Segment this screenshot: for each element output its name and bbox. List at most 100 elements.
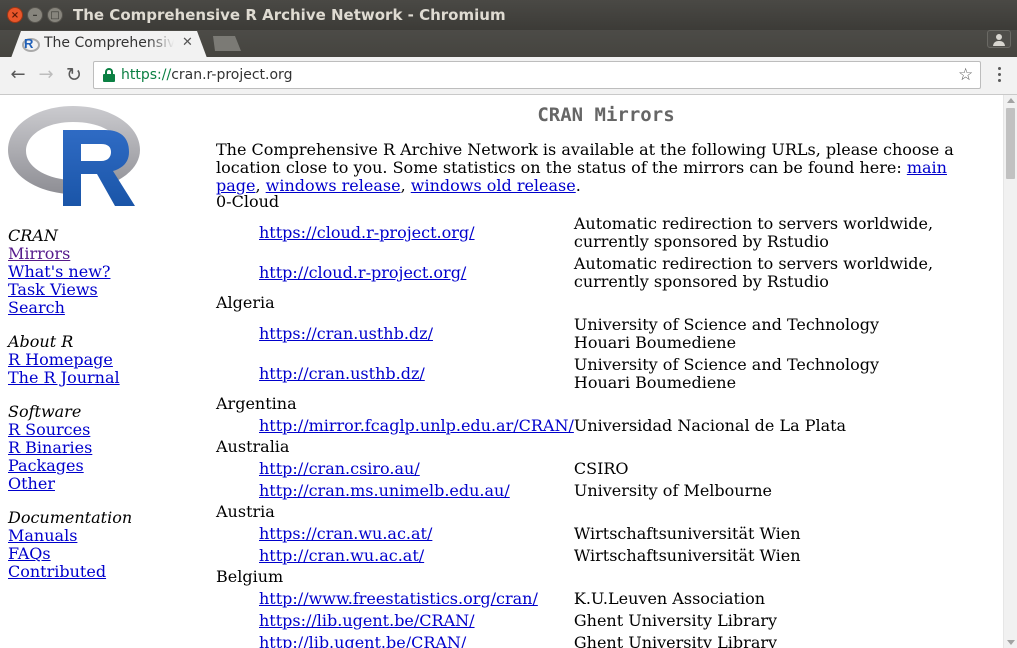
mirror-url-cell: http://mirror.fcaglp.unlp.edu.ar/CRAN/ xyxy=(216,415,574,437)
sidebar-link-manuals[interactable]: Manuals xyxy=(8,527,188,545)
mirror-row: https://cran.usthb.dz/University of Scie… xyxy=(216,314,934,354)
sidebar-link-search[interactable]: Search xyxy=(8,299,188,317)
sidebar-group-software: Software R Sources R Binaries Packages O… xyxy=(8,403,188,493)
country-row: Austria xyxy=(216,502,934,523)
mirror-row: http://lib.ugent.be/CRAN/Ghent Universit… xyxy=(216,632,934,648)
mirror-description: Wirtschaftsuniversität Wien xyxy=(573,524,801,543)
url-text[interactable]: https://cran.r-project.org xyxy=(121,67,292,83)
sidebar-group-about: About R R Homepage The R Journal xyxy=(8,333,188,387)
window-minimize-button[interactable]: – xyxy=(27,7,43,23)
address-bar[interactable]: https://cran.r-project.org ☆ xyxy=(93,61,981,89)
sidebar-link-r-binaries[interactable]: R Binaries xyxy=(8,439,188,457)
sidebar-link-contributed[interactable]: Contributed xyxy=(8,563,188,581)
scroll-up-icon[interactable] xyxy=(1007,98,1015,103)
sidebar-heading: Documentation xyxy=(8,508,133,527)
tab-close-icon[interactable]: ✕ xyxy=(182,35,193,50)
mirror-row: https://cran.wu.ac.at/Wirtschaftsunivers… xyxy=(216,523,934,545)
mirror-url-cell: http://cran.csiro.au/ xyxy=(216,458,574,480)
mirror-link[interactable]: http://cran.csiro.au/ xyxy=(259,459,420,478)
mirror-row: http://cran.usthb.dz/University of Scien… xyxy=(216,354,934,394)
kebab-menu-icon[interactable] xyxy=(990,65,1008,85)
star-icon[interactable]: ☆ xyxy=(958,65,973,85)
country-row: Belgium xyxy=(216,567,934,588)
sidebar-link-mirrors[interactable]: Mirrors xyxy=(8,245,188,263)
sidebar-link-faqs[interactable]: FAQs xyxy=(8,545,188,563)
mirror-description: Ghent University Library xyxy=(573,611,778,630)
window-close-button[interactable]: × xyxy=(7,7,23,23)
profile-icon[interactable] xyxy=(987,30,1011,48)
scrollbar-thumb[interactable] xyxy=(1006,108,1015,179)
sidebar-nav: CRAN Mirrors What's new? Task Views Sear… xyxy=(8,227,188,597)
tab-title: The Comprehensive R Archive Network xyxy=(44,35,174,51)
mirror-description: CSIRO xyxy=(573,459,629,478)
page-content: CRAN Mirrors What's new? Task Views Sear… xyxy=(0,95,1003,648)
intro-text: The Comprehensive R Archive Network is a… xyxy=(216,140,954,177)
window-maximize-button[interactable]: □ xyxy=(47,7,63,23)
page-title: CRAN Mirrors xyxy=(537,104,675,126)
mirror-url-cell: https://cloud.r-project.org/ xyxy=(216,213,574,253)
mirror-url-cell: https://cran.wu.ac.at/ xyxy=(216,523,574,545)
mirror-link[interactable]: http://lib.ugent.be/CRAN/ xyxy=(259,633,466,648)
country-row: Australia xyxy=(216,437,934,458)
browser-tab[interactable]: R The Comprehensive R Archive Network ✕ xyxy=(11,31,207,58)
sidebar-group-cran: CRAN Mirrors What's new? Task Views Sear… xyxy=(8,227,188,317)
mirror-url-cell: http://cran.usthb.dz/ xyxy=(216,354,574,394)
browser-toolbar: ← → ↻ https://cran.r-project.org ☆ xyxy=(0,57,1017,95)
sidebar-heading: Software xyxy=(8,402,82,421)
mirror-link[interactable]: http://mirror.fcaglp.unlp.edu.ar/CRAN/ xyxy=(259,416,574,435)
page-scrollbar[interactable] xyxy=(1003,95,1017,648)
url-scheme: https:// xyxy=(121,67,172,83)
mirror-url-cell: http://www.freestatistics.org/cran/ xyxy=(216,588,574,610)
mirror-row: http://cran.wu.ac.at/Wirtschaftsuniversi… xyxy=(216,545,934,567)
mirror-link[interactable]: https://cran.usthb.dz/ xyxy=(259,324,433,343)
mirror-link[interactable]: http://cloud.r-project.org/ xyxy=(259,263,466,282)
mirror-row: https://lib.ugent.be/CRAN/Ghent Universi… xyxy=(216,610,934,632)
mirror-description: K.U.Leuven Association xyxy=(573,589,766,608)
mirror-row: http://www.freestatistics.org/cran/K.U.L… xyxy=(216,588,934,610)
sidebar-heading: CRAN xyxy=(8,226,58,245)
sidebar-link-task-views[interactable]: Task Views xyxy=(8,281,188,299)
sidebar-link-packages[interactable]: Packages xyxy=(8,457,188,475)
mirror-url-cell: https://cran.usthb.dz/ xyxy=(216,314,574,354)
mirror-description: Universidad Nacional de La Plata xyxy=(573,416,847,435)
mirror-link[interactable]: https://lib.ugent.be/CRAN/ xyxy=(259,611,475,630)
window-titlebar: × – □ The Comprehensive R Archive Networ… xyxy=(0,0,1017,30)
lock-icon[interactable] xyxy=(103,68,115,82)
mirror-row: https://cloud.r-project.org/Automatic re… xyxy=(216,213,934,253)
tab-strip: R The Comprehensive R Archive Network ✕ xyxy=(0,30,1017,58)
reload-icon[interactable]: ↻ xyxy=(63,64,85,86)
country-name: Belgium xyxy=(216,567,284,586)
mirror-link[interactable]: http://www.freestatistics.org/cran/ xyxy=(259,589,538,608)
sidebar-link-r-journal[interactable]: The R Journal xyxy=(8,369,188,387)
mirror-link[interactable]: https://cran.wu.ac.at/ xyxy=(259,524,432,543)
forward-arrow-icon[interactable]: → xyxy=(35,64,57,86)
new-tab-button[interactable] xyxy=(213,36,241,51)
mirror-description: Wirtschaftsuniversität Wien xyxy=(573,546,801,565)
sidebar-link-whats-new[interactable]: What's new? xyxy=(8,263,188,281)
sidebar-link-r-sources[interactable]: R Sources xyxy=(8,421,188,439)
mirror-link[interactable]: http://cran.ms.unimelb.edu.au/ xyxy=(259,481,510,500)
sidebar-link-other[interactable]: Other xyxy=(8,475,188,493)
country-name: Algeria xyxy=(216,293,275,312)
back-arrow-icon[interactable]: ← xyxy=(7,64,29,86)
country-name: Austria xyxy=(216,502,275,521)
mirror-description: University of Melbourne xyxy=(573,481,773,500)
r-logo[interactable] xyxy=(7,102,140,206)
mirror-url-cell: http://cran.ms.unimelb.edu.au/ xyxy=(216,480,574,502)
mirror-description: Automatic redirection to servers worldwi… xyxy=(573,254,934,291)
mirror-link[interactable]: http://cran.usthb.dz/ xyxy=(259,364,425,383)
window-title: The Comprehensive R Archive Network - Ch… xyxy=(73,6,506,24)
sidebar-heading: About R xyxy=(8,332,74,351)
country-name: Argentina xyxy=(216,394,297,413)
mirror-description: Automatic redirection to servers worldwi… xyxy=(573,214,934,251)
scroll-down-icon[interactable] xyxy=(1007,640,1015,645)
sidebar-group-documentation: Documentation Manuals FAQs Contributed xyxy=(8,509,188,581)
mirror-row: http://cran.csiro.au/CSIRO xyxy=(216,458,934,480)
mirror-link[interactable]: https://cloud.r-project.org/ xyxy=(259,223,475,242)
country-name: 0-Cloud xyxy=(216,192,280,211)
mirror-row: http://cloud.r-project.org/Automatic red… xyxy=(216,253,934,293)
mirror-row: http://cran.ms.unimelb.edu.au/University… xyxy=(216,480,934,502)
country-name: Australia xyxy=(216,437,290,456)
mirror-link[interactable]: http://cran.wu.ac.at/ xyxy=(259,546,424,565)
sidebar-link-r-homepage[interactable]: R Homepage xyxy=(8,351,188,369)
